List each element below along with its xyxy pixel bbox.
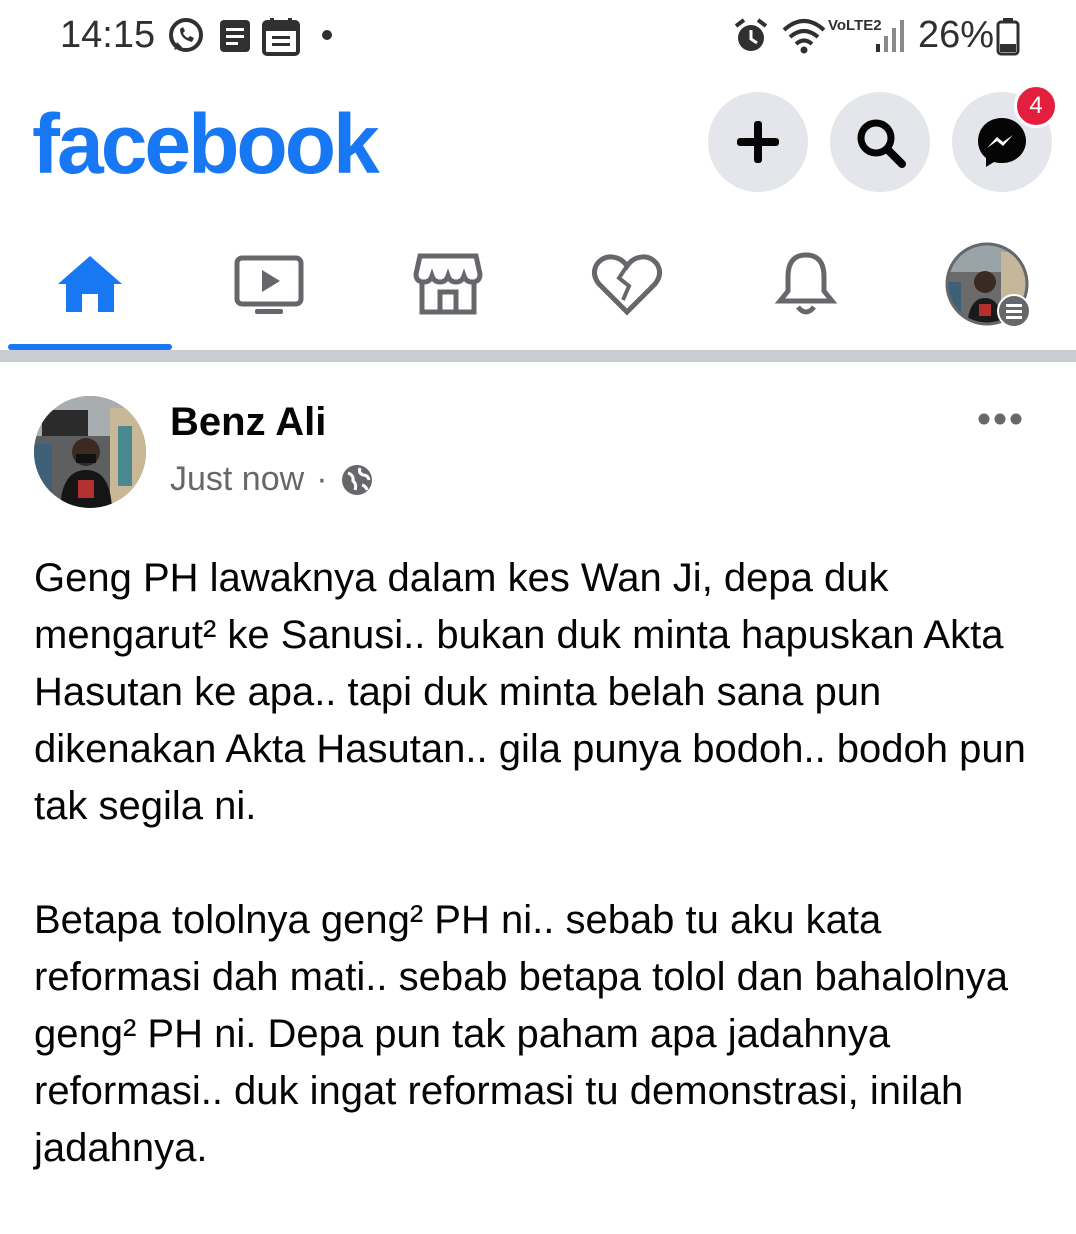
messenger-button[interactable]: 4 <box>952 84 1058 192</box>
tab-home[interactable] <box>0 220 179 348</box>
wifi-icon <box>780 16 828 61</box>
heart-icon <box>591 254 662 316</box>
whatsapp-icon <box>166 16 206 61</box>
dot-icon <box>320 28 334 47</box>
more-icon <box>978 413 1022 425</box>
tab-dating[interactable] <box>537 220 716 348</box>
shop-icon <box>412 253 483 315</box>
search-icon <box>857 119 906 168</box>
post-meta: Just now · <box>170 460 374 499</box>
post-paragraph-1: Geng PH lawaknya dalam kes Wan Ji, depa … <box>34 556 1026 828</box>
facebook-logo[interactable]: facebook <box>32 96 380 193</box>
battery-icon <box>996 16 1020 61</box>
tab-watch[interactable] <box>179 220 358 348</box>
main-nav <box>0 220 1076 350</box>
author-avatar[interactable] <box>34 396 146 508</box>
message-icon <box>218 16 252 61</box>
feed-post: Benz Ali Just now · Geng PH lawaknya dal… <box>0 362 1076 1200</box>
messenger-badge: 4 <box>1014 84 1058 128</box>
network-label: VoLTE2 <box>828 17 882 34</box>
post-time[interactable]: Just now <box>170 460 304 499</box>
post-options-button[interactable] <box>970 404 1030 434</box>
search-button[interactable] <box>830 92 930 192</box>
status-bar: 14:15 VoLTE2 26% <box>0 0 1076 72</box>
feed-separator <box>0 350 1076 362</box>
author-name[interactable]: Benz Ali <box>170 400 326 445</box>
tab-menu[interactable] <box>897 220 1076 348</box>
signal-icon <box>874 16 908 61</box>
tab-marketplace[interactable] <box>358 220 537 348</box>
battery-percent: 26% <box>918 14 995 56</box>
alarm-icon <box>732 16 770 61</box>
app-header: facebook 4 <box>0 72 1076 220</box>
post-body: Geng PH lawaknya dalam kes Wan Ji, depa … <box>34 550 1044 1234</box>
video-icon <box>234 255 303 314</box>
meta-separator: · <box>316 460 328 498</box>
home-icon <box>57 256 122 312</box>
post-paragraph-2: Betapa tololnya geng² PH ni.. sebab tu a… <box>34 898 1008 1170</box>
profile-avatar-small <box>945 242 1031 328</box>
calendar-icon <box>262 16 300 61</box>
create-button[interactable] <box>708 92 808 192</box>
globe-icon <box>341 464 372 495</box>
plus-icon <box>737 121 779 163</box>
status-time: 14:15 <box>60 14 156 56</box>
bell-icon <box>774 252 837 315</box>
tab-notifications[interactable] <box>716 220 895 348</box>
menu-icon <box>996 294 1031 328</box>
